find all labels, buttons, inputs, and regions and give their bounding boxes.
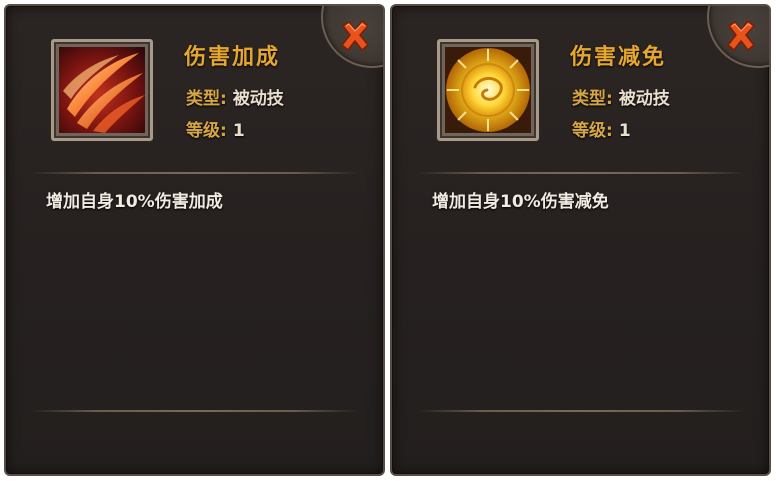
skill-name: 伤害加成 — [184, 45, 281, 70]
skill-level-value: 1 — [232, 121, 245, 141]
skill-level-label: 等级: — [572, 121, 613, 141]
skill-level-value: 1 — [618, 121, 631, 141]
skill-level-row: 等级: 1 — [186, 116, 245, 141]
divider — [30, 410, 359, 412]
divider — [30, 172, 359, 174]
skill-icon-frame — [51, 39, 153, 141]
skill-type-row: 类型: 被动技 — [186, 84, 284, 109]
skill-description: 增加自身10%伤害减免 — [432, 192, 609, 212]
close-button[interactable] — [337, 18, 373, 54]
skill-icon-frame — [437, 39, 539, 141]
skill-type-value: 被动技 — [232, 89, 284, 109]
skill-name: 伤害减免 — [570, 45, 667, 70]
close-icon — [341, 20, 369, 51]
skill-description: 增加自身10%伤害加成 — [46, 192, 223, 212]
golden-shield-icon — [445, 47, 531, 133]
skill-tooltip-panel: 伤害减免 类型: 被动技 等级: 1 增加自身10%伤害减免 — [390, 4, 771, 476]
skill-level-label: 等级: — [186, 121, 227, 141]
divider — [416, 172, 745, 174]
skill-type-label: 类型: — [186, 89, 227, 109]
red-slash-icon — [59, 47, 145, 133]
skill-type-row: 类型: 被动技 — [572, 84, 670, 109]
close-button[interactable] — [723, 18, 759, 54]
skill-tooltip-panel: 伤害加成 类型: 被动技 等级: 1 增加自身10%伤害加成 — [4, 4, 385, 476]
skill-level-row: 等级: 1 — [572, 116, 631, 141]
close-icon — [727, 20, 755, 51]
divider — [416, 410, 745, 412]
skill-type-label: 类型: — [572, 89, 613, 109]
skill-type-value: 被动技 — [618, 89, 670, 109]
